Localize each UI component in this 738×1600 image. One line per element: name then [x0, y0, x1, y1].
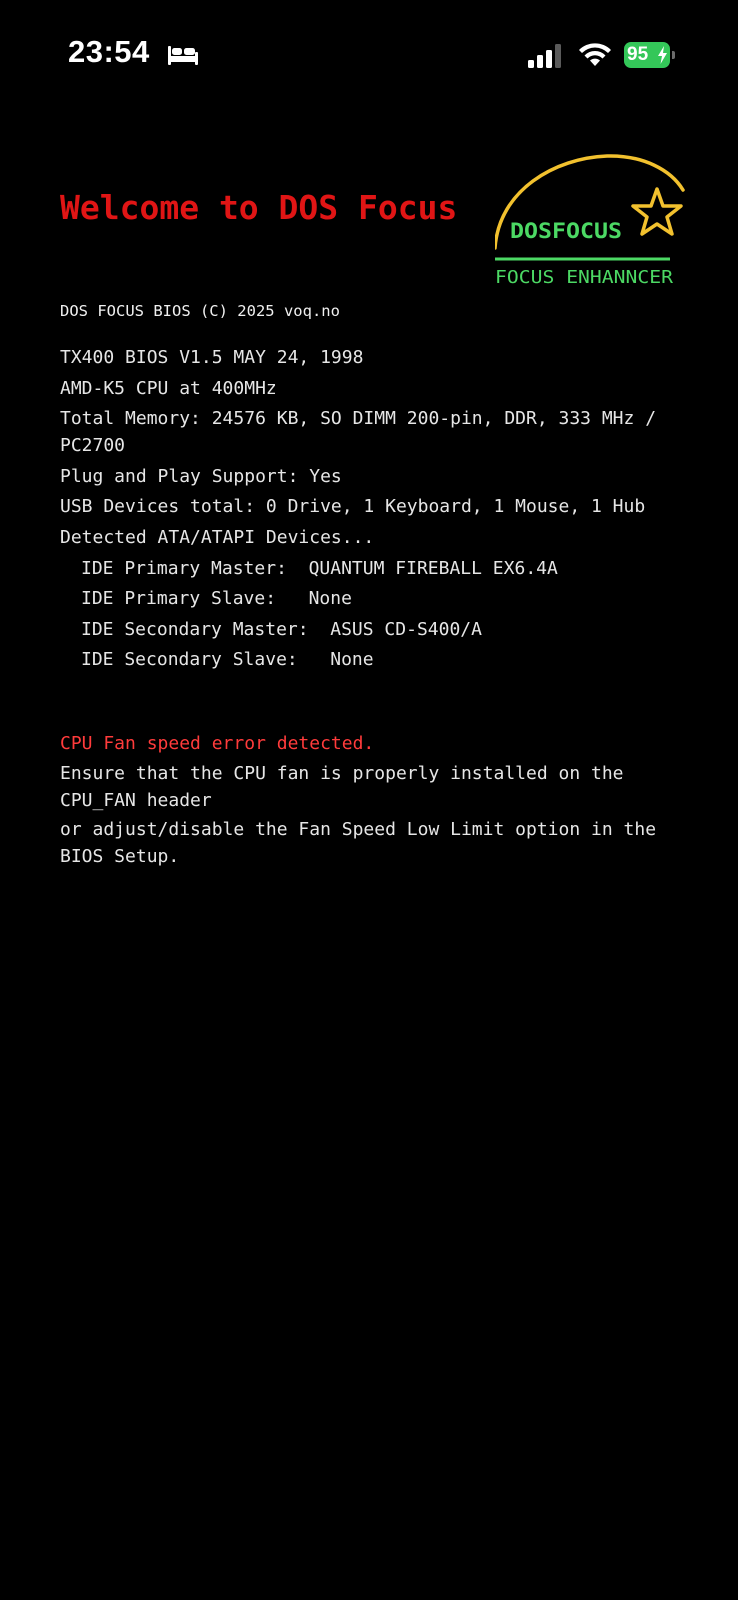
status-time: 23:54 [68, 34, 150, 69]
bios-version-line: TX400 BIOS V1.5 MAY 24, 1998 [60, 347, 364, 368]
battery-cap [672, 51, 675, 59]
battery-indicator: 95 [624, 42, 675, 68]
star-icon [631, 187, 683, 236]
logo-tagline: FOCUS ENHANNCER [495, 268, 674, 288]
ide-secondary-slave: IDE Secondary Slave: None [81, 649, 374, 671]
pnp-line: Plug and Play Support: Yes [60, 465, 342, 487]
ide-primary-slave: IDE Primary Slave: None [81, 588, 352, 610]
error-message-1: Ensure that the CPU fan is properly inst… [60, 763, 624, 811]
memory-line: Total Memory: 24576 KB, SO DIMM 200-pin,… [60, 408, 667, 457]
logo-name: DOSFOCUS [510, 219, 622, 244]
bed-icon [168, 46, 198, 65]
error-message-2: or adjust/disable the Fan Speed Low Limi… [60, 819, 657, 867]
wifi-icon [579, 43, 611, 66]
ata-detect-line: Detected ATA/ATAPI Devices... [60, 526, 375, 548]
welcome-title: Welcome to DOS Focus [60, 188, 458, 227]
ide-primary-master: IDE Primary Master: QUANTUM FIREBALL EX6… [81, 557, 558, 579]
cpu-line: AMD-K5 CPU at 400MHz [60, 377, 277, 399]
fan-error: CPU Fan speed error detected. Ensure tha… [60, 730, 700, 872]
usb-line: USB Devices total: 0 Drive, 1 Keyboard, … [60, 496, 646, 518]
status-bar: 23:54 95 [0, 0, 738, 100]
bios-info: TX400 BIOS V1.5 MAY 24, 1998 AMD-K5 CPU … [60, 344, 700, 677]
dosfocus-logo: DOSFOCUS FOCUS ENHANNCER [495, 154, 685, 288]
charging-bolt-icon [658, 46, 667, 64]
bios-copyright: DOS FOCUS BIOS (C) 2025 voq.no [60, 302, 340, 320]
ide-secondary-master: IDE Secondary Master: ASUS CD-S400/A [81, 618, 482, 640]
error-title: CPU Fan speed error detected. [60, 733, 375, 754]
cellular-signal-icon [528, 44, 561, 68]
